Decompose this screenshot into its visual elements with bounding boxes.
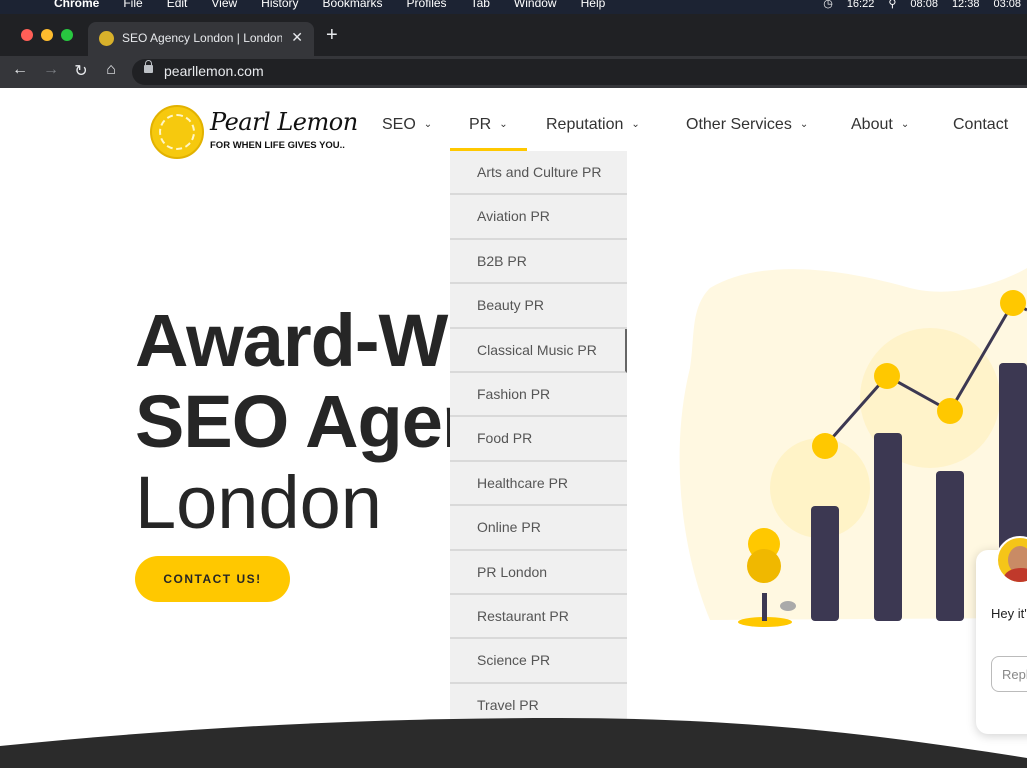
world-clock-2: 12:38 — [951, 0, 980, 10]
dropdown-item-pr-london[interactable]: PR London — [450, 551, 627, 595]
dropdown-item-science-pr[interactable]: Science PR — [450, 639, 627, 684]
chevron-down-icon: ⌄ — [423, 119, 433, 130]
point-3 — [937, 398, 963, 424]
menu-help[interactable]: Help — [581, 0, 606, 10]
dropdown-item-food-pr[interactable]: Food PR — [450, 417, 627, 462]
browser-tab-strip: SEO Agency London | London S ✕ + — [0, 14, 1027, 56]
chevron-down-icon: ⌄ — [900, 119, 910, 130]
main-time[interactable]: 16:22 — [847, 0, 875, 10]
logo-tagline: FOR WHEN LIFE GIVES YOU.. — [210, 140, 345, 151]
pr-dropdown-menu: Arts and Culture PR Aviation PR B2B PR B… — [450, 151, 627, 727]
dropdown-item-healthcare-pr[interactable]: Healthcare PR — [450, 462, 627, 507]
nav-about[interactable]: About ⌄ — [851, 116, 909, 134]
hero-title-line-3: London — [135, 461, 382, 544]
nav-other-services-label: Other Services — [686, 116, 792, 133]
chat-reply-input[interactable]: Repl — [991, 656, 1027, 692]
new-tab-button[interactable]: + — [326, 24, 338, 47]
dropdown-item-classical-music-pr[interactable]: Classical Music PR — [450, 328, 627, 373]
menu-edit[interactable]: Edit — [167, 0, 188, 10]
nav-contact[interactable]: Contact — [953, 116, 1008, 134]
tools-icon[interactable]: ⚲ — [888, 0, 896, 10]
app-menu: Chrome File Edit View History Bookmarks … — [54, 0, 629, 10]
hero-title-line-1: Award-Wi — [135, 299, 467, 382]
point-1 — [812, 433, 838, 459]
nav-reputation[interactable]: Reputation ⌄ — [546, 116, 640, 134]
menu-bookmarks[interactable]: Bookmarks — [323, 0, 383, 10]
lock-icon[interactable] — [144, 60, 153, 73]
nav-pr[interactable]: PR ⌄ — [469, 116, 508, 134]
clock-icon: ◷ — [823, 0, 833, 10]
menu-history[interactable]: History — [261, 0, 298, 10]
point-4 — [1000, 290, 1026, 316]
menu-tab[interactable]: Tab — [471, 0, 490, 10]
dropdown-item-b2b-pr[interactable]: B2B PR — [450, 240, 627, 285]
lemon-icon — [150, 105, 204, 159]
nav-other-services[interactable]: Other Services ⌄ — [686, 116, 808, 134]
reload-button[interactable]: ↻ — [71, 61, 91, 81]
menubar-status: ◷ 16:22 ⚲ 08:08 12:38 03:08 — [823, 0, 1021, 10]
menu-view[interactable]: View — [211, 0, 237, 10]
macos-menu-bar: Chrome File Edit View History Bookmarks … — [0, 0, 1027, 14]
hero-title-line-2: SEO Agen — [135, 380, 487, 463]
url-text[interactable]: pearllemon.com — [164, 63, 264, 79]
bar-1 — [811, 506, 839, 621]
address-bar[interactable]: pearllemon.com — [132, 59, 1027, 85]
home-button[interactable]: ⌂ — [101, 61, 121, 79]
menu-profiles[interactable]: Profiles — [407, 0, 447, 10]
contact-us-button[interactable]: CONTACT US! — [135, 556, 290, 602]
forward-button[interactable]: → — [41, 61, 61, 79]
nav-contact-label: Contact — [953, 116, 1009, 133]
logo-name: Pearl Lemon — [210, 108, 358, 136]
dropdown-item-arts-culture-pr[interactable]: Arts and Culture PR — [450, 151, 627, 196]
close-tab-icon[interactable]: ✕ — [291, 29, 303, 46]
bar-2 — [874, 433, 902, 621]
nav-seo[interactable]: SEO ⌄ — [382, 116, 432, 134]
growth-chart-illustration — [679, 268, 1027, 627]
minimize-window-button[interactable] — [41, 29, 53, 41]
menu-file[interactable]: File — [123, 0, 142, 10]
point-2 — [874, 363, 900, 389]
chat-message: Hey it' — [991, 606, 1027, 621]
back-button[interactable]: ← — [10, 61, 30, 79]
web-page: Pearl Lemon FOR WHEN LIFE GIVES YOU.. SE… — [0, 88, 1027, 768]
dropdown-item-fashion-pr[interactable]: Fashion PR — [450, 373, 627, 418]
chevron-down-icon: ⌄ — [799, 119, 809, 130]
dropdown-item-online-pr[interactable]: Online PR — [450, 506, 627, 551]
favicon-icon — [99, 31, 114, 46]
tab-title: SEO Agency London | London S — [122, 31, 282, 45]
nav-reputation-label: Reputation — [546, 116, 624, 133]
nav-seo-label: SEO — [382, 116, 416, 133]
browser-toolbar: ← → ↻ ⌂ pearllemon.com — [0, 56, 1027, 88]
bar-3 — [936, 471, 964, 621]
dropdown-item-restaurant-pr[interactable]: Restaurant PR — [450, 595, 627, 640]
nav-pr-label: PR — [469, 116, 492, 133]
dropdown-item-aviation-pr[interactable]: Aviation PR — [450, 195, 627, 240]
menu-chrome[interactable]: Chrome — [54, 0, 99, 10]
browser-tab-active[interactable]: SEO Agency London | London S ✕ — [88, 22, 314, 56]
world-clock-3: 03:08 — [993, 0, 1021, 10]
chevron-down-icon: ⌄ — [499, 119, 508, 130]
nav-about-label: About — [851, 116, 893, 133]
chevron-down-icon: ⌄ — [631, 119, 640, 130]
world-clock-1: 08:08 — [910, 0, 938, 10]
chat-widget[interactable]: Hey it' Repl — [976, 536, 1027, 734]
dropdown-item-beauty-pr[interactable]: Beauty PR — [450, 284, 627, 329]
zoom-window-button[interactable] — [61, 29, 73, 41]
footer-wave — [0, 718, 1027, 768]
close-window-button[interactable] — [21, 29, 33, 41]
menu-window[interactable]: Window — [514, 0, 557, 10]
